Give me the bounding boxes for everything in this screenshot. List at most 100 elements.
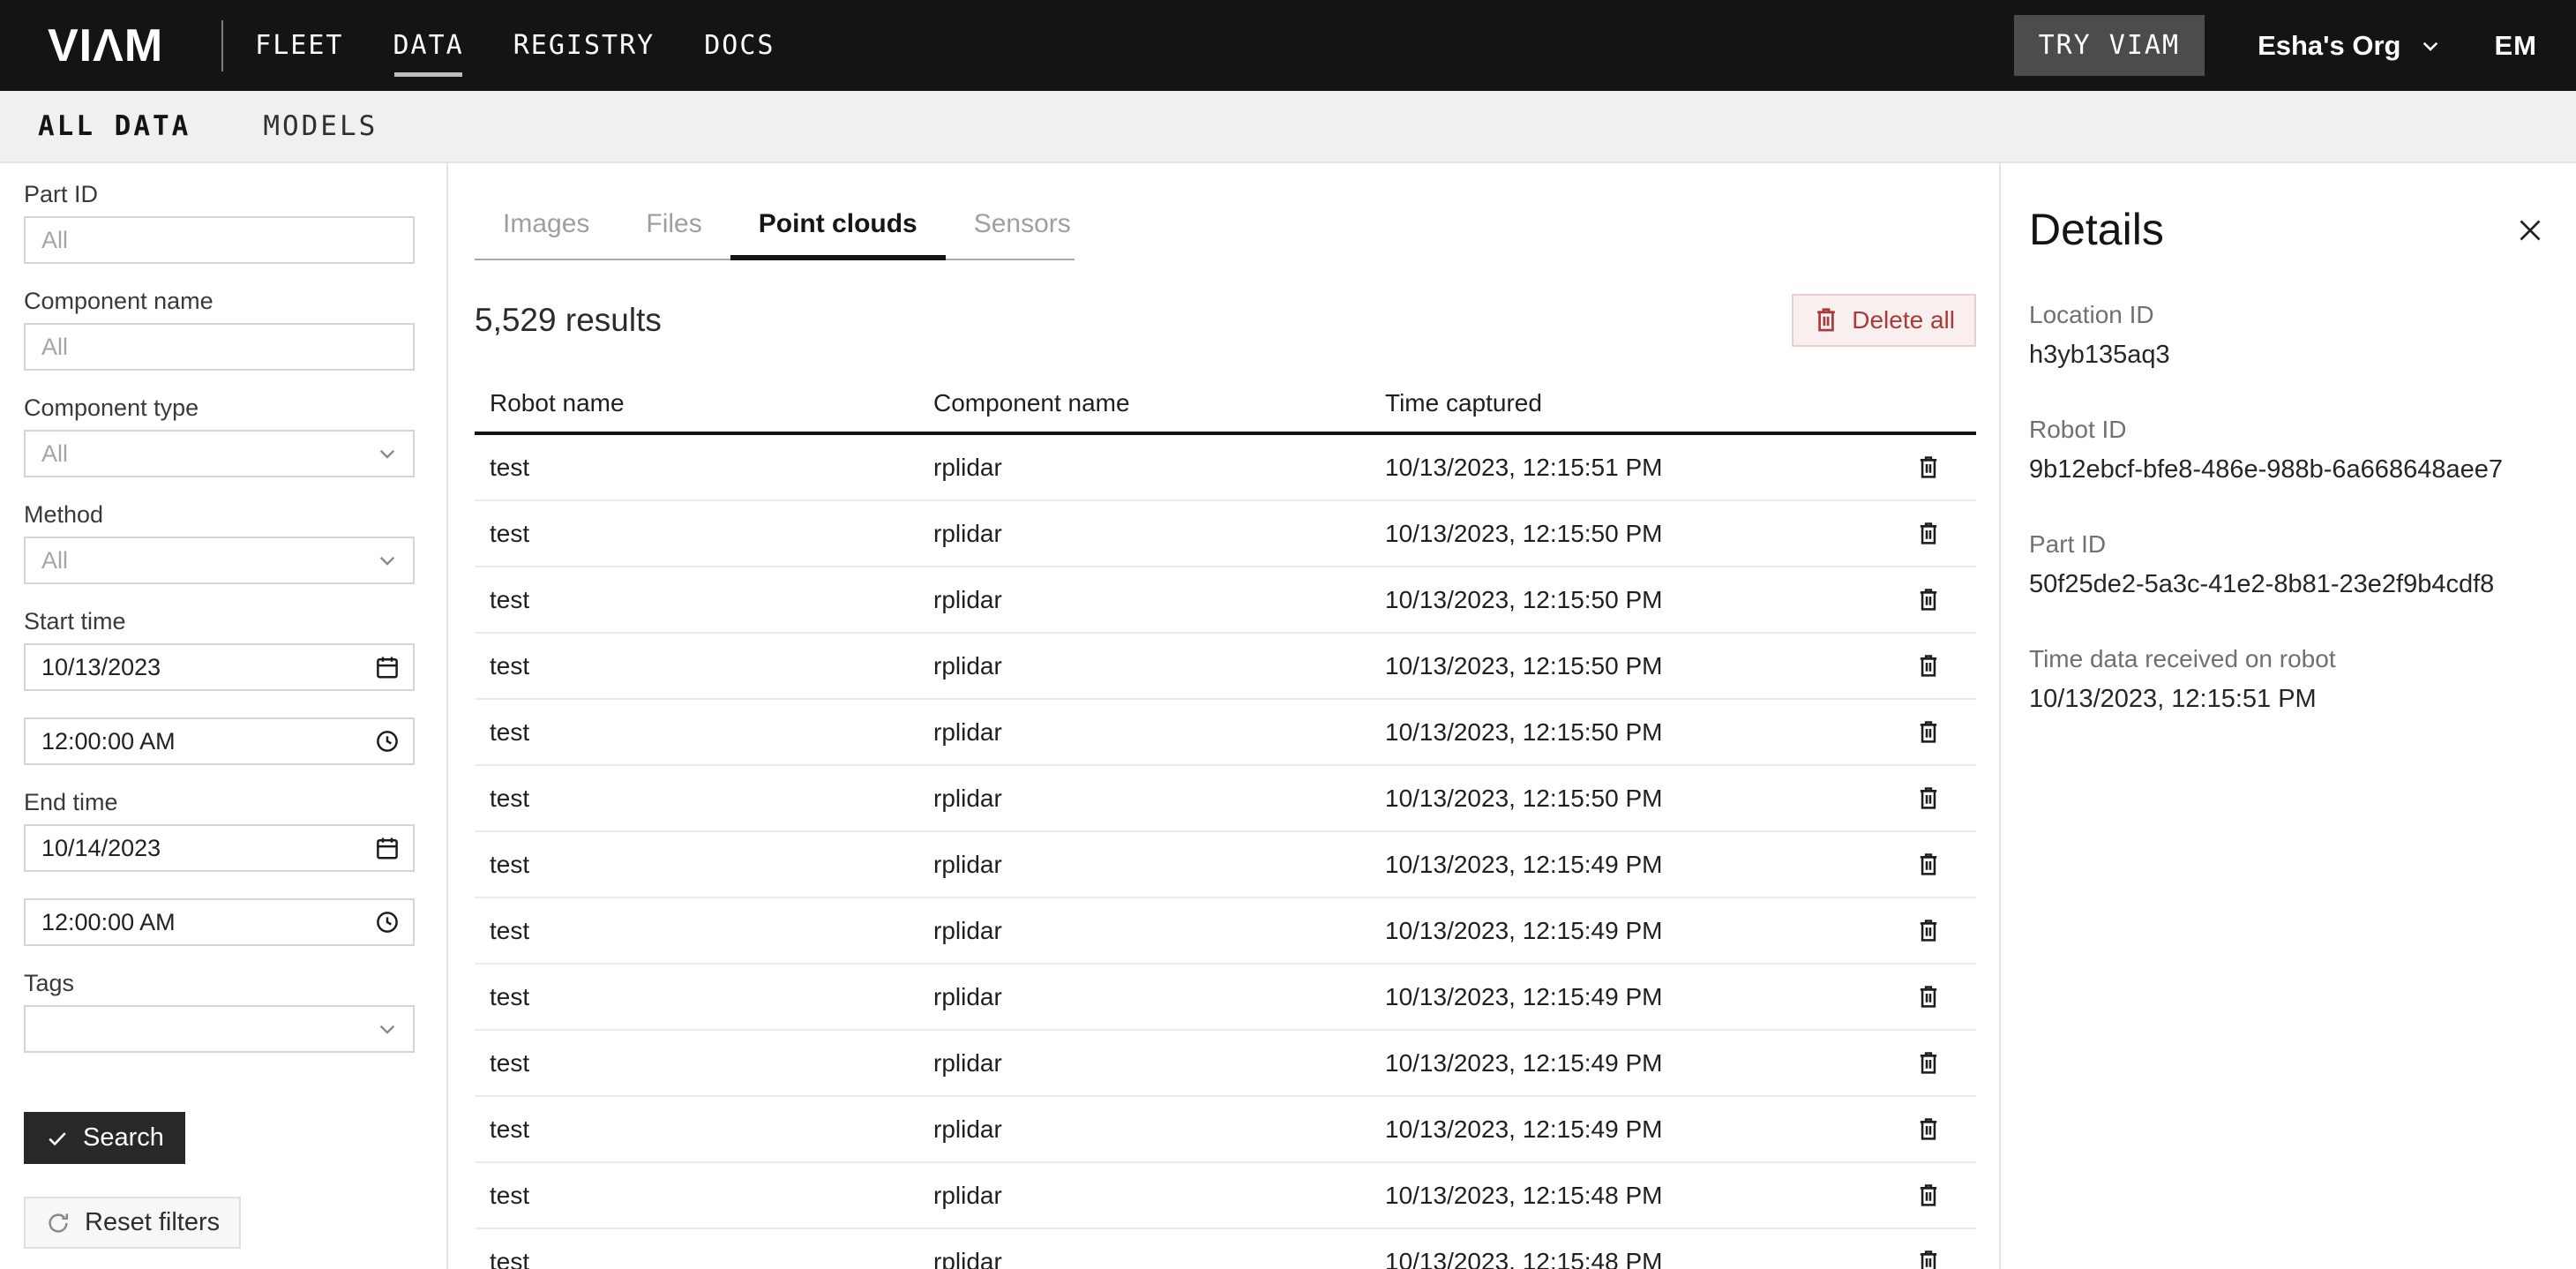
cell-robot-name: test	[490, 586, 933, 614]
nav-item-fleet[interactable]: FLEET	[255, 30, 343, 61]
search-button-label: Search	[83, 1123, 164, 1153]
main-content: Images Files Point clouds Sensors 5,529 …	[448, 163, 1999, 1269]
column-component-name: Component name	[933, 389, 1385, 417]
cell-time-captured: 10/13/2023, 12:15:49 PM	[1385, 1049, 1897, 1078]
viam-logo[interactable]: VIΛM	[48, 19, 163, 72]
tab-files[interactable]: Files	[618, 204, 730, 259]
cell-component-name: rplidar	[933, 1182, 1385, 1210]
delete-row-button[interactable]	[1916, 785, 1941, 812]
table-row[interactable]: test rplidar 10/13/2023, 12:15:49 PM	[475, 1031, 1976, 1097]
delete-row-button[interactable]	[1916, 521, 1941, 547]
table-row[interactable]: test rplidar 10/13/2023, 12:15:48 PM	[475, 1229, 1976, 1269]
org-switcher[interactable]: Esha's Org	[2258, 30, 2441, 62]
chevron-down-icon	[376, 1017, 399, 1040]
details-field-robot-id: Robot ID 9b12ebcf-bfe8-486e-988b-6a66864…	[2029, 416, 2546, 484]
cell-robot-name: test	[490, 1182, 933, 1210]
part-id-label: Part ID	[24, 181, 415, 208]
table-row[interactable]: test rplidar 10/13/2023, 12:15:49 PM	[475, 965, 1976, 1031]
cell-robot-name: test	[490, 718, 933, 747]
cell-robot-name: test	[490, 851, 933, 879]
details-panel: Details Location ID h3yb135aq3 Robot ID …	[1999, 163, 2576, 1269]
field-label: Time data received on robot	[2029, 645, 2546, 673]
component-type-select[interactable]: All	[24, 430, 415, 477]
cell-robot-name: test	[490, 1049, 933, 1078]
details-field-time-received: Time data received on robot 10/13/2023, …	[2029, 645, 2546, 714]
cell-component-name: rplidar	[933, 785, 1385, 813]
table-row[interactable]: test rplidar 10/13/2023, 12:15:50 PM	[475, 567, 1976, 634]
calendar-icon[interactable]	[374, 835, 401, 861]
search-button[interactable]: Search	[24, 1112, 185, 1164]
tab-models[interactable]: MODELS	[263, 110, 378, 142]
tab-point-clouds[interactable]: Point clouds	[730, 204, 946, 259]
field-value: 10/13/2023, 12:15:51 PM	[2029, 685, 2546, 714]
calendar-icon[interactable]	[374, 654, 401, 680]
cell-robot-name: test	[490, 652, 933, 680]
cell-time-captured: 10/13/2023, 12:15:49 PM	[1385, 1115, 1897, 1144]
delete-row-button[interactable]	[1916, 1183, 1941, 1209]
table-row[interactable]: test rplidar 10/13/2023, 12:15:49 PM	[475, 898, 1976, 965]
delete-row-button[interactable]	[1916, 719, 1941, 746]
cell-robot-name: test	[490, 520, 933, 548]
results-count: 5,529 results	[475, 302, 662, 339]
table-row[interactable]: test rplidar 10/13/2023, 12:15:49 PM	[475, 1097, 1976, 1163]
clock-icon[interactable]	[374, 728, 401, 755]
tab-all-data[interactable]: ALL DATA	[38, 110, 191, 142]
end-time-input[interactable]	[24, 898, 415, 946]
end-date-input[interactable]	[24, 824, 415, 872]
cell-robot-name: test	[490, 983, 933, 1011]
table-row[interactable]: test rplidar 10/13/2023, 12:15:51 PM	[475, 435, 1976, 501]
field-label: Robot ID	[2029, 416, 2546, 444]
table-header: Robot name Component name Time captured	[475, 389, 1976, 435]
filter-sidebar: Part ID Component name Component type Al…	[0, 163, 448, 1269]
close-icon[interactable]	[2514, 214, 2546, 246]
clock-icon[interactable]	[374, 909, 401, 935]
cell-component-name: rplidar	[933, 586, 1385, 614]
method-select[interactable]: All	[24, 537, 415, 584]
delete-row-button[interactable]	[1916, 454, 1941, 481]
table-row[interactable]: test rplidar 10/13/2023, 12:15:50 PM	[475, 634, 1976, 700]
delete-row-button[interactable]	[1916, 1249, 1941, 1269]
cell-robot-name: test	[490, 454, 933, 482]
part-id-input[interactable]	[24, 216, 415, 264]
user-menu[interactable]: EM	[2495, 30, 2538, 62]
cell-component-name: rplidar	[933, 1115, 1385, 1144]
cell-time-captured: 10/13/2023, 12:15:50 PM	[1385, 785, 1897, 813]
start-time-input[interactable]	[24, 717, 415, 765]
nav-item-registry[interactable]: REGISTRY	[513, 30, 655, 61]
delete-all-button[interactable]: Delete all	[1792, 294, 1976, 347]
cell-time-captured: 10/13/2023, 12:15:49 PM	[1385, 917, 1897, 945]
end-time-label: End time	[24, 789, 415, 816]
start-time-label: Start time	[24, 608, 415, 635]
cell-component-name: rplidar	[933, 454, 1385, 482]
delete-row-button[interactable]	[1916, 1050, 1941, 1077]
delete-row-button[interactable]	[1916, 918, 1941, 944]
refresh-icon	[45, 1210, 71, 1236]
delete-row-button[interactable]	[1916, 587, 1941, 613]
results-row: 5,529 results Delete all	[475, 294, 1976, 347]
table-row[interactable]: test rplidar 10/13/2023, 12:15:49 PM	[475, 832, 1976, 898]
cell-time-captured: 10/13/2023, 12:15:50 PM	[1385, 652, 1897, 680]
table-row[interactable]: test rplidar 10/13/2023, 12:15:48 PM	[475, 1163, 1976, 1229]
nav-item-data[interactable]: DATA	[393, 30, 463, 61]
column-robot-name: Robot name	[490, 389, 933, 417]
tab-sensors[interactable]: Sensors	[946, 204, 1099, 259]
table-body: test rplidar 10/13/2023, 12:15:51 PM t	[475, 435, 1976, 1269]
cell-robot-name: test	[490, 917, 933, 945]
cell-time-captured: 10/13/2023, 12:15:50 PM	[1385, 718, 1897, 747]
nav-item-docs[interactable]: DOCS	[704, 30, 775, 61]
delete-row-button[interactable]	[1916, 653, 1941, 680]
table-row[interactable]: test rplidar 10/13/2023, 12:15:50 PM	[475, 501, 1976, 567]
reset-filters-button[interactable]: Reset filters	[24, 1197, 241, 1249]
tab-images[interactable]: Images	[475, 204, 618, 259]
try-viam-button[interactable]: TRY VIAM	[2014, 15, 2205, 76]
delete-row-button[interactable]	[1916, 852, 1941, 878]
cell-component-name: rplidar	[933, 917, 1385, 945]
delete-row-button[interactable]	[1916, 984, 1941, 1010]
component-name-input[interactable]	[24, 323, 415, 371]
delete-row-button[interactable]	[1916, 1116, 1941, 1143]
start-date-input[interactable]	[24, 643, 415, 691]
table-row[interactable]: test rplidar 10/13/2023, 12:15:50 PM	[475, 700, 1976, 766]
cell-time-captured: 10/13/2023, 12:15:51 PM	[1385, 454, 1897, 482]
table-row[interactable]: test rplidar 10/13/2023, 12:15:50 PM	[475, 766, 1976, 832]
tags-select[interactable]	[24, 1005, 415, 1053]
